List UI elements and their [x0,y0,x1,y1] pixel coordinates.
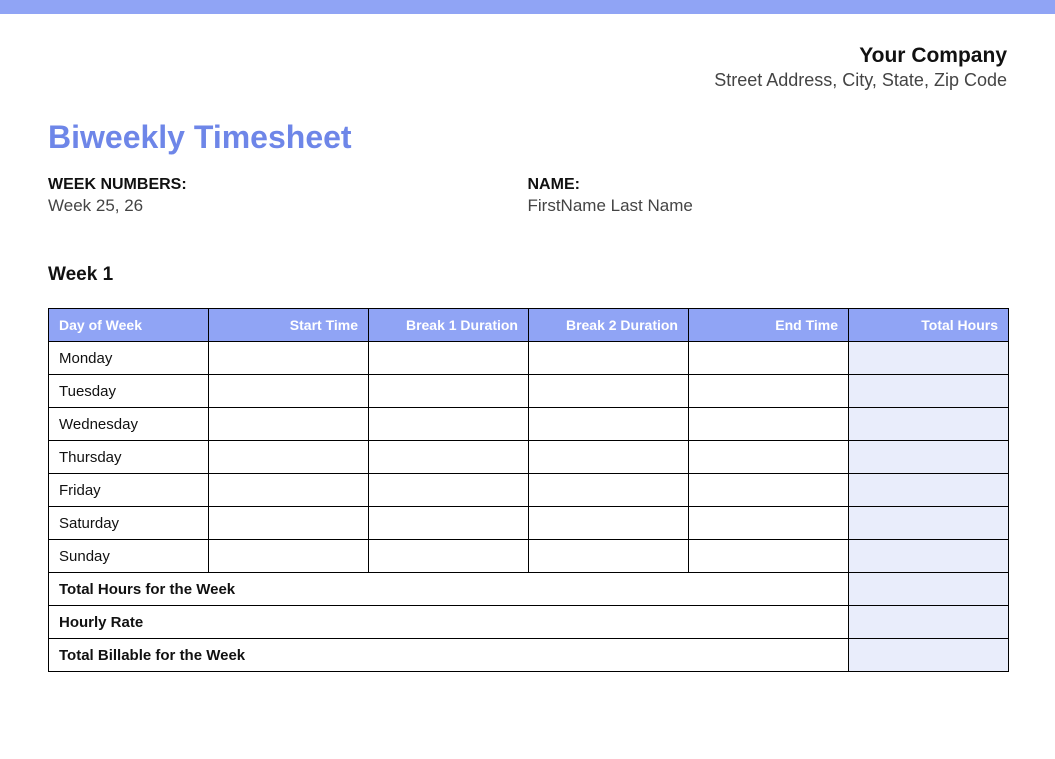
hourly-rate-value[interactable] [849,606,1009,639]
meta-name: NAME: FirstName Last Name [528,176,1008,216]
start-cell[interactable] [209,408,369,441]
break2-cell[interactable] [529,474,689,507]
end-cell[interactable] [689,342,849,375]
table-row: Wednesday [49,408,1009,441]
day-cell: Thursday [49,441,209,474]
break2-cell[interactable] [529,408,689,441]
header-break1: Break 1 Duration [369,309,529,342]
end-cell[interactable] [689,375,849,408]
summary-row-hourly-rate: Hourly Rate [49,606,1009,639]
table-row: Thursday [49,441,1009,474]
break1-cell[interactable] [369,441,529,474]
header-end: End Time [689,309,849,342]
top-accent-bar [0,0,1055,14]
header-total: Total Hours [849,309,1009,342]
break2-cell[interactable] [529,441,689,474]
document-content: Your Company Street Address, City, State… [0,14,1055,672]
break1-cell[interactable] [369,375,529,408]
break1-cell[interactable] [369,540,529,573]
start-cell[interactable] [209,474,369,507]
header-break2: Break 2 Duration [529,309,689,342]
start-cell[interactable] [209,342,369,375]
company-address: Street Address, City, State, Zip Code [48,70,1007,91]
hourly-rate-label: Hourly Rate [49,606,849,639]
week1-table: Day of Week Start Time Break 1 Duration … [48,308,1009,672]
company-block: Your Company Street Address, City, State… [48,44,1007,91]
day-cell: Sunday [49,540,209,573]
table-header-row: Day of Week Start Time Break 1 Duration … [49,309,1009,342]
total-cell [849,474,1009,507]
end-cell[interactable] [689,441,849,474]
table-row: Monday [49,342,1009,375]
total-billable-value [849,639,1009,672]
name-label: NAME: [528,176,1008,194]
meta-week-numbers: WEEK NUMBERS: Week 25, 26 [48,176,528,216]
start-cell[interactable] [209,507,369,540]
total-cell [849,441,1009,474]
break2-cell[interactable] [529,507,689,540]
header-day: Day of Week [49,309,209,342]
table-row: Sunday [49,540,1009,573]
summary-row-total-hours: Total Hours for the Week [49,573,1009,606]
end-cell[interactable] [689,507,849,540]
break2-cell[interactable] [529,342,689,375]
header-start: Start Time [209,309,369,342]
week-numbers-value: Week 25, 26 [48,196,528,216]
break2-cell[interactable] [529,540,689,573]
total-hours-value [849,573,1009,606]
summary-row-total-billable: Total Billable for the Week [49,639,1009,672]
day-cell: Wednesday [49,408,209,441]
end-cell[interactable] [689,474,849,507]
total-cell [849,408,1009,441]
document-title: Biweekly Timesheet [48,119,1007,156]
start-cell[interactable] [209,441,369,474]
total-cell [849,342,1009,375]
total-hours-label: Total Hours for the Week [49,573,849,606]
start-cell[interactable] [209,540,369,573]
start-cell[interactable] [209,375,369,408]
end-cell[interactable] [689,540,849,573]
meta-row: WEEK NUMBERS: Week 25, 26 NAME: FirstNam… [48,176,1007,216]
day-cell: Saturday [49,507,209,540]
table-row: Friday [49,474,1009,507]
day-cell: Friday [49,474,209,507]
break1-cell[interactable] [369,342,529,375]
table-row: Tuesday [49,375,1009,408]
break1-cell[interactable] [369,408,529,441]
break2-cell[interactable] [529,375,689,408]
company-name: Your Company [48,44,1007,68]
total-cell [849,540,1009,573]
table-row: Saturday [49,507,1009,540]
day-cell: Monday [49,342,209,375]
total-cell [849,507,1009,540]
week-numbers-label: WEEK NUMBERS: [48,176,528,194]
week1-label: Week 1 [48,264,1007,286]
name-value: FirstName Last Name [528,196,1008,216]
day-cell: Tuesday [49,375,209,408]
break1-cell[interactable] [369,507,529,540]
break1-cell[interactable] [369,474,529,507]
end-cell[interactable] [689,408,849,441]
total-cell [849,375,1009,408]
total-billable-label: Total Billable for the Week [49,639,849,672]
